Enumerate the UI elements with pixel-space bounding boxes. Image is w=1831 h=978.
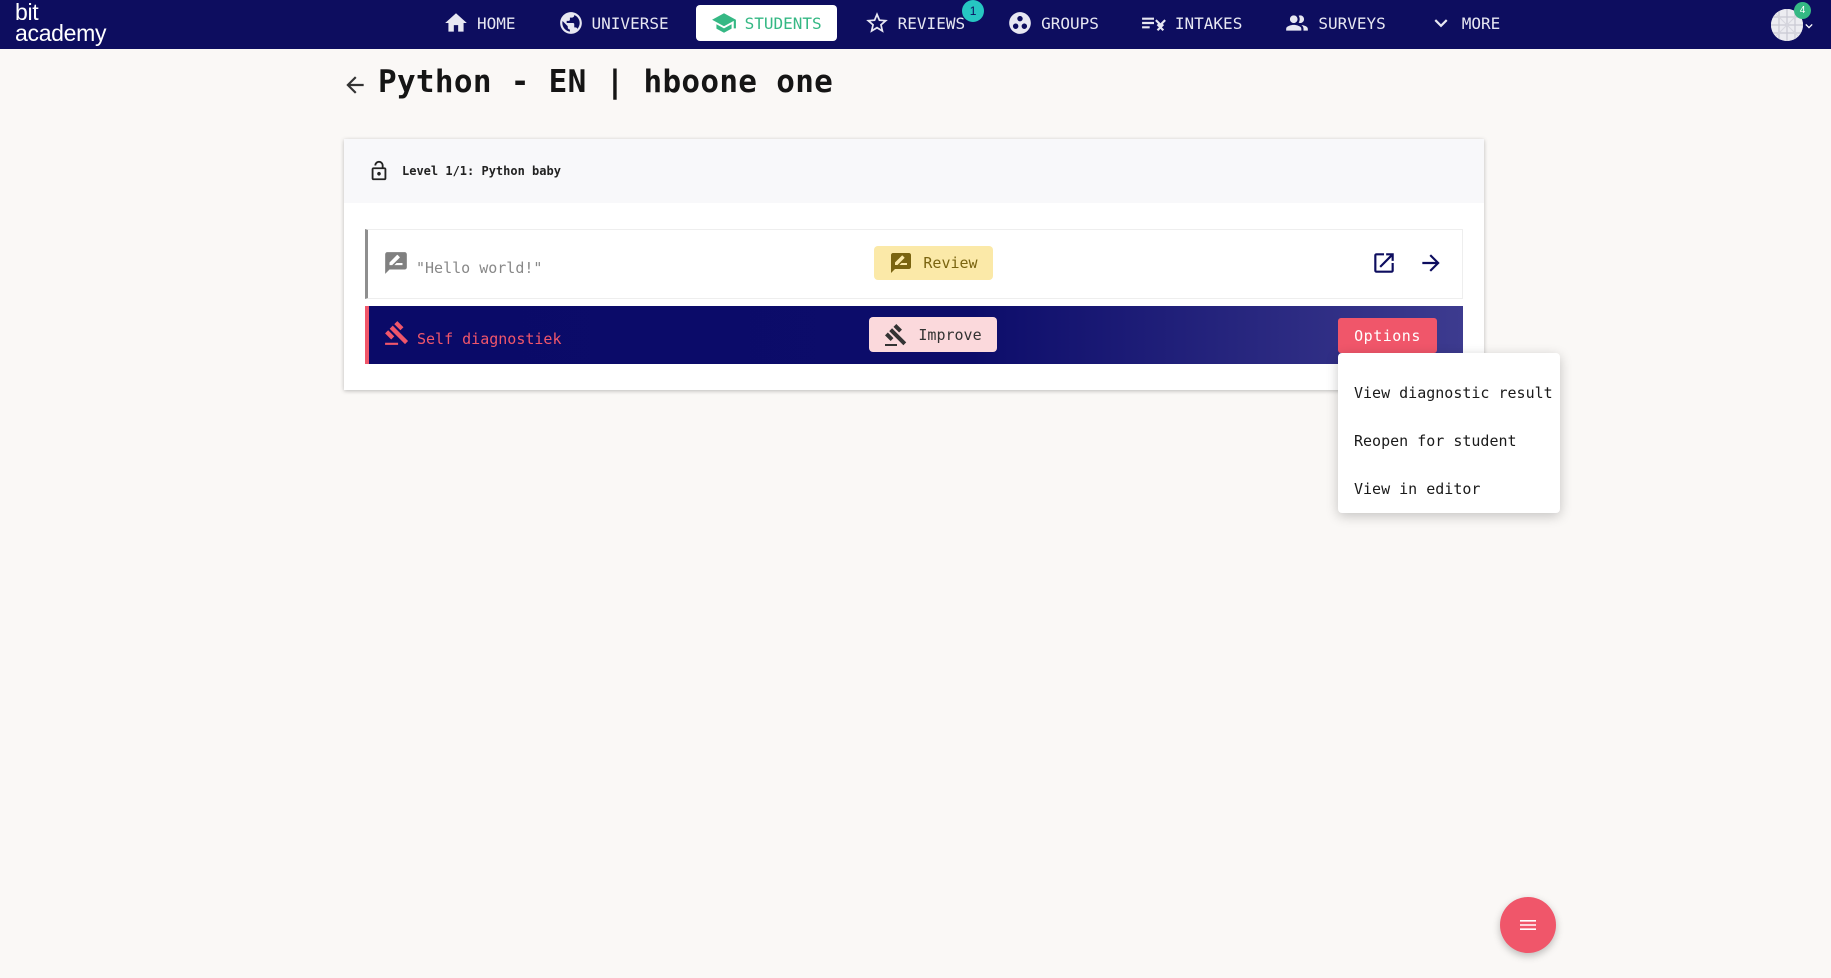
arrow-forward-icon[interactable] (1418, 250, 1444, 276)
nav-item-label: GROUPS (1041, 13, 1099, 33)
options-button[interactable]: Options (1338, 318, 1437, 353)
nav-item-reviews[interactable]: REVIEWS 1 (849, 0, 985, 41)
top-nav-bar: bit academy HOME UNIVERSE STUDENTS REVIE… (0, 0, 1831, 49)
nav-item-label: SURVEYS (1318, 13, 1386, 33)
improve-button-label: Improve (918, 325, 982, 344)
gavel-icon (885, 323, 907, 346)
gavel-icon (385, 321, 409, 345)
level-card: Level 1/1: Python baby "Hello world!" Re… (344, 139, 1484, 390)
nav-item-label: REVIEWS (897, 13, 966, 33)
open-external-icon[interactable] (1371, 250, 1397, 276)
nav-item-label: STUDENTS (744, 13, 822, 33)
reviews-count-badge: 1 (962, 0, 985, 22)
logo-line-2: academy (15, 20, 107, 46)
assignment-row-hello-world[interactable]: "Hello world!" Review (365, 229, 1463, 299)
menu-item-view-diagnostic-result[interactable]: View diagnostic result (1338, 369, 1560, 417)
menu-item-view-in-editor[interactable]: View in editor (1338, 465, 1560, 513)
options-menu: View diagnostic result Reopen for studen… (1338, 353, 1560, 513)
nav-item-more[interactable]: MORE (1413, 5, 1516, 41)
bit-academy-logo[interactable]: bit academy (15, 1, 107, 46)
page-title: Python - EN | hboone one (378, 64, 834, 100)
menu-item-reopen-for-student[interactable]: Reopen for student (1338, 417, 1560, 465)
assignment-row-self-diagnostiek[interactable]: Self diagnostiek Improve (365, 306, 1463, 364)
nav-item-universe[interactable]: UNIVERSE (543, 5, 684, 41)
lock-open-icon (371, 160, 387, 181)
nav-item-home[interactable]: HOME (428, 5, 531, 41)
review-button-label: Review (923, 254, 978, 272)
nav-item-label: MORE (1461, 13, 1501, 33)
rate-review-icon (891, 253, 912, 273)
notification-badge: 4 (1794, 2, 1811, 19)
assignment-title: Self diagnostiek (417, 330, 562, 348)
improve-button[interactable]: Improve (869, 317, 997, 352)
star-icon (865, 12, 888, 33)
home-icon (445, 13, 467, 32)
nav-item-label: HOME (477, 13, 516, 33)
back-arrow-icon[interactable] (342, 72, 368, 98)
level-header[interactable]: Level 1/1: Python baby (344, 139, 1484, 203)
nav-item-surveys[interactable]: SURVEYS (1269, 5, 1400, 41)
checklist-icon (1141, 17, 1166, 32)
nav-item-label: UNIVERSE (591, 13, 669, 33)
level-title: Level 1/1: Python baby (402, 164, 561, 178)
review-button[interactable]: Review (874, 246, 993, 280)
feedback-icon (385, 252, 407, 274)
graduation-cap-icon (711, 13, 736, 33)
fab-menu-button[interactable] (1500, 897, 1556, 953)
people-icon (1286, 15, 1309, 31)
nav-item-students[interactable]: STUDENTS (695, 5, 837, 41)
assignment-title: "Hello world!" (416, 259, 543, 277)
nav-item-groups[interactable]: GROUPS (992, 5, 1114, 41)
chevron-down-icon (1434, 19, 1448, 28)
globe-icon (559, 12, 582, 34)
nav-item-label: INTAKES (1174, 13, 1243, 33)
groups-icon (1009, 12, 1031, 34)
caret-down-icon (1805, 23, 1813, 29)
nav-item-intakes[interactable]: INTAKES (1126, 5, 1257, 41)
main-nav: HOME UNIVERSE STUDENTS REVIEWS 1 GROUPS … (428, 0, 1516, 41)
menu-icon (1520, 920, 1536, 930)
user-menu[interactable]: 4 (1771, 2, 1813, 42)
